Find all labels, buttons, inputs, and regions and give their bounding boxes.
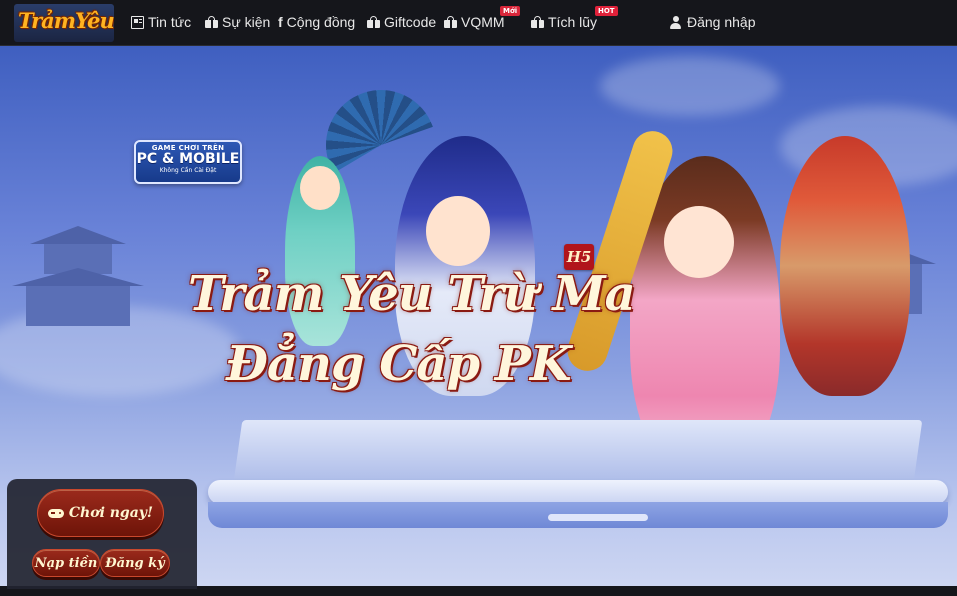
logo-text: TrảmYêu [18,8,114,33]
facebook-icon: f [278,14,283,30]
platform-badge: GAME CHƠI TRÊN PC & MOBILE Không Cần Cài… [134,140,242,184]
nav-item-accumulate[interactable]: Tích lũy HOT [531,6,618,32]
nav-item-label: Giftcode [384,14,437,30]
play-now-label: Chơi ngay! [68,505,154,521]
nav-item-giftcode[interactable]: Giftcode [367,12,436,32]
nav-item-events[interactable]: Sự kiện [205,12,270,32]
play-now-button[interactable]: Chơi ngay! [37,489,164,537]
nav-item-label: VQMM [461,14,505,30]
hero-title: Trảm Yêu Trừ Ma Đẳng Cấp PK [188,266,636,416]
nav-item-label: Tin tức [148,14,192,30]
nav-item-label: Sự kiện [222,14,271,30]
character-face [426,196,490,266]
nav-item-community[interactable]: f Cộng đồng [278,12,355,32]
hero-title-line-2: Đẳng Cấp PK [226,336,572,392]
user-icon [670,15,683,29]
gift-icon [531,15,544,29]
site-logo[interactable]: TrảmYêu [14,4,114,42]
hot-badge: HOT [595,6,618,16]
character-art [780,136,910,396]
nav-item-vqmm[interactable]: VQMM Mới [444,6,521,32]
character-face [300,166,340,210]
gamepad-icon [47,508,64,518]
hero-title-line-1: Trảm Yêu Trừ Ma [188,266,636,322]
register-button[interactable]: Đăng ký [100,549,170,577]
topup-label: Nạp tiền [34,555,98,571]
nav-item-label: Tích lũy [548,14,598,30]
gift-icon [205,15,218,29]
gift-icon [367,15,380,29]
top-navbar: TrảmYêu Tin tức Sự kiện f Cộng đồng Gift… [0,0,957,46]
gift-icon [444,15,457,29]
login-label: Đăng nhập [687,14,756,30]
register-label: Đăng ký [105,555,165,571]
topup-button[interactable]: Nạp tiền [32,549,100,577]
nav-item-label: Cộng đồng [286,14,356,30]
character-face [664,206,734,278]
nav-item-news[interactable]: Tin tức [131,12,191,32]
cloud-decoration [600,56,780,116]
login-link[interactable]: Đăng nhập [670,12,756,32]
new-badge: Mới [500,6,521,16]
tablet-illustration [208,420,948,530]
newspaper-icon [131,15,144,29]
